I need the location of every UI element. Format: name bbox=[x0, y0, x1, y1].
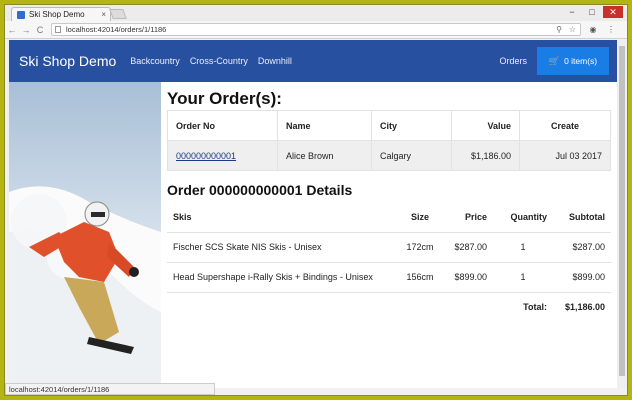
cart-icon: 🛒 bbox=[548, 55, 561, 66]
forward-icon[interactable]: → bbox=[19, 25, 33, 35]
created-cell: Jul 03 2017 bbox=[519, 140, 611, 171]
col-value: Value bbox=[451, 110, 520, 141]
close-window-button[interactable]: ✕ bbox=[603, 6, 623, 18]
tab-title: Ski Shop Demo bbox=[29, 10, 85, 19]
favicon-icon bbox=[17, 10, 25, 19]
minimize-button[interactable]: − bbox=[563, 6, 581, 18]
browser-tab[interactable]: Ski Shop Demo × bbox=[11, 7, 111, 21]
item-size-cell: 172cm bbox=[399, 232, 441, 263]
col-create: Create bbox=[519, 110, 611, 141]
nav-link-cross-country[interactable]: Cross-Country bbox=[190, 56, 248, 66]
col-city: City bbox=[371, 110, 452, 141]
scrollbar-thumb[interactable] bbox=[619, 46, 625, 376]
orders-table: Order No Name City Value Create 00000000… bbox=[167, 110, 611, 171]
main-content: Your Order(s): Order No Name City Value … bbox=[167, 82, 611, 388]
reload-icon[interactable]: C bbox=[33, 25, 47, 35]
details-table: Skis Size Price Quantity Subtotal Fische… bbox=[167, 202, 611, 322]
orders-heading: Your Order(s): bbox=[167, 89, 282, 108]
value-cell: $1,186.00 bbox=[451, 140, 520, 171]
table-row: 000000000001 Alice Brown Calgary $1,186.… bbox=[167, 140, 611, 171]
tab-strip: Ski Shop Demo × − □ ✕ bbox=[5, 5, 627, 21]
col-name: Name bbox=[277, 110, 372, 141]
item-qty-cell: 1 bbox=[493, 262, 553, 293]
order-no-cell: 000000000001 bbox=[167, 140, 278, 171]
site-navbar: Ski Shop Demo Backcountry Cross-Country … bbox=[9, 40, 619, 82]
item-subtotal-cell: $899.00 bbox=[553, 262, 611, 293]
page-viewport: Ski Shop Demo Backcountry Cross-Country … bbox=[9, 40, 619, 388]
total-row: Total: $1,186.00 bbox=[167, 292, 611, 322]
new-tab-button[interactable] bbox=[109, 9, 127, 19]
name-cell: Alice Brown bbox=[277, 140, 372, 171]
address-url: localhost:42014/orders/1/1186 bbox=[66, 25, 167, 34]
order-link[interactable]: 000000000001 bbox=[176, 151, 236, 161]
search-icon[interactable]: ⚲ bbox=[556, 24, 562, 36]
site-brand[interactable]: Ski Shop Demo bbox=[19, 53, 116, 69]
details-heading: Order 000000000001 Details bbox=[167, 182, 353, 198]
nav-link-downhill[interactable]: Downhill bbox=[258, 56, 292, 66]
maximize-button[interactable]: □ bbox=[583, 6, 601, 18]
col-size: Size bbox=[399, 202, 441, 233]
table-row: Fischer SCS Skate NIS Skis - Unisex 172c… bbox=[167, 232, 611, 263]
nav-link-backcountry[interactable]: Backcountry bbox=[130, 56, 180, 66]
city-cell: Calgary bbox=[371, 140, 452, 171]
item-name-cell: Fischer SCS Skate NIS Skis - Unisex bbox=[167, 232, 399, 263]
item-qty-cell: 1 bbox=[493, 232, 553, 263]
item-name-cell: Head Supershape i-Rally Skis + Bindings … bbox=[167, 262, 399, 293]
cart-label: 0 item(s) bbox=[564, 56, 598, 66]
address-bar[interactable]: localhost:42014/orders/1/1186 ⚲ ☆ bbox=[51, 23, 581, 36]
col-subtotal: Subtotal bbox=[553, 202, 611, 233]
item-subtotal-cell: $287.00 bbox=[553, 232, 611, 263]
orders-table-header: Order No Name City Value Create bbox=[167, 110, 611, 141]
cart-button[interactable]: 🛒 0 item(s) bbox=[537, 47, 609, 75]
back-icon[interactable]: ← bbox=[5, 25, 19, 35]
page-icon bbox=[55, 26, 61, 33]
table-row: Head Supershape i-Rally Skis + Bindings … bbox=[167, 262, 611, 293]
total-label: Total: bbox=[523, 302, 547, 313]
browser-toolbar: ← → C localhost:42014/orders/1/1186 ⚲ ☆ … bbox=[5, 21, 627, 39]
page-scrollbar[interactable] bbox=[617, 40, 627, 388]
browser-window: Ski Shop Demo × − □ ✕ ← → C localhost:42… bbox=[4, 4, 628, 396]
item-price-cell: $899.00 bbox=[441, 262, 493, 293]
status-bar: localhost:42014/orders/1/1186 bbox=[5, 383, 215, 395]
item-size-cell: 156cm bbox=[399, 262, 441, 293]
col-price: Price bbox=[441, 202, 493, 233]
details-table-header: Skis Size Price Quantity Subtotal bbox=[167, 202, 611, 233]
item-price-cell: $287.00 bbox=[441, 232, 493, 263]
col-skis: Skis bbox=[167, 202, 399, 233]
total-value: $1,186.00 bbox=[564, 302, 605, 313]
menu-icon[interactable]: ⋮ bbox=[605, 25, 617, 35]
col-order-no: Order No bbox=[167, 110, 278, 141]
orders-link[interactable]: Orders bbox=[499, 56, 527, 66]
extension-icon[interactable]: ◉ bbox=[587, 25, 599, 35]
col-quantity: Quantity bbox=[493, 202, 553, 233]
skier-hero-image bbox=[9, 82, 161, 388]
tab-close-icon[interactable]: × bbox=[101, 10, 106, 19]
star-icon[interactable]: ☆ bbox=[569, 24, 576, 36]
